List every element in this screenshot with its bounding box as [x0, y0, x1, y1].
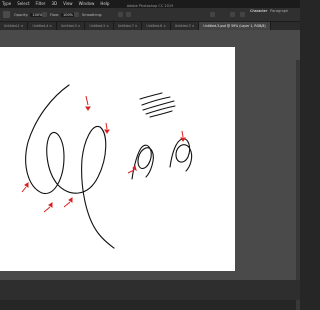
menu-view[interactable]: View [60, 0, 76, 8]
document-tab[interactable]: Untitled-3 × [171, 22, 200, 30]
menu-help[interactable]: Help [97, 0, 112, 8]
menu-bar: Type Select Filter 3D View Window Help [0, 0, 300, 8]
red-arrow-icon [104, 122, 110, 134]
menu-window[interactable]: Window [76, 0, 98, 8]
tab-character[interactable]: Character [250, 9, 267, 13]
document-tab[interactable]: Untitled-7 × [114, 22, 143, 30]
small-spiral-left-stroke [131, 144, 154, 180]
small-spiral-right-stroke [169, 138, 193, 172]
workspace-icon[interactable] [240, 12, 245, 17]
panel-tabs: Character Paragraph [250, 9, 288, 13]
opacity-control[interactable]: Opacity: 100% [14, 13, 45, 17]
document-tab[interactable]: Untitled-6 × [142, 22, 171, 30]
document-tab[interactable]: Untitled-5 × [85, 22, 114, 30]
flow-value[interactable]: 100% [60, 13, 75, 17]
document-tabs: Untitled-1 × Untitled-4 × Untitled-5 × U… [0, 22, 300, 30]
red-arrow-icon [63, 197, 73, 208]
brush-strokes [25, 84, 193, 249]
red-arrow-icon [43, 202, 53, 213]
settings-gear-icon[interactable] [118, 12, 123, 17]
flow-label: Flow: [50, 13, 59, 17]
search-icon[interactable] [230, 12, 235, 17]
vertical-scrollbar[interactable] [296, 60, 300, 310]
menu-3d[interactable]: 3D [48, 0, 60, 8]
document-tab[interactable]: Untitled-4 × [28, 22, 57, 30]
smoothing-label: Smoothing: [82, 13, 103, 17]
menu-select[interactable]: Select [14, 0, 32, 8]
pressure-opacity-icon[interactable] [42, 12, 47, 17]
document-tab[interactable]: Untitled-1 × [0, 22, 29, 30]
symmetry-icon[interactable] [210, 12, 215, 17]
red-arrow-icon [127, 165, 137, 174]
flow-control[interactable]: Flow: 100% [50, 13, 75, 17]
spring-stroke [139, 92, 176, 118]
brush-tool-icon[interactable] [3, 11, 10, 18]
red-arrow-icon [85, 95, 91, 111]
angle-icon[interactable] [126, 12, 131, 17]
drawing-layer [21, 84, 193, 249]
menu-type[interactable]: Type [0, 0, 14, 8]
status-bar [0, 280, 300, 300]
airbrush-icon[interactable] [74, 12, 79, 17]
smoothing-control[interactable]: Smoothing: [82, 13, 102, 17]
opacity-label: Opacity: [14, 13, 29, 17]
large-spiral-stroke [25, 84, 115, 249]
menu-filter[interactable]: Filter [33, 0, 49, 8]
document-tab[interactable]: Untitled-5 × [57, 22, 86, 30]
red-arrow-icon [21, 182, 29, 193]
tab-paragraph[interactable]: Paragraph [270, 9, 288, 13]
document-tab-active[interactable]: Untitled-3.psd @ 59% (Layer 1, RGB/8) [199, 22, 271, 30]
red-arrow-icon [180, 130, 186, 142]
